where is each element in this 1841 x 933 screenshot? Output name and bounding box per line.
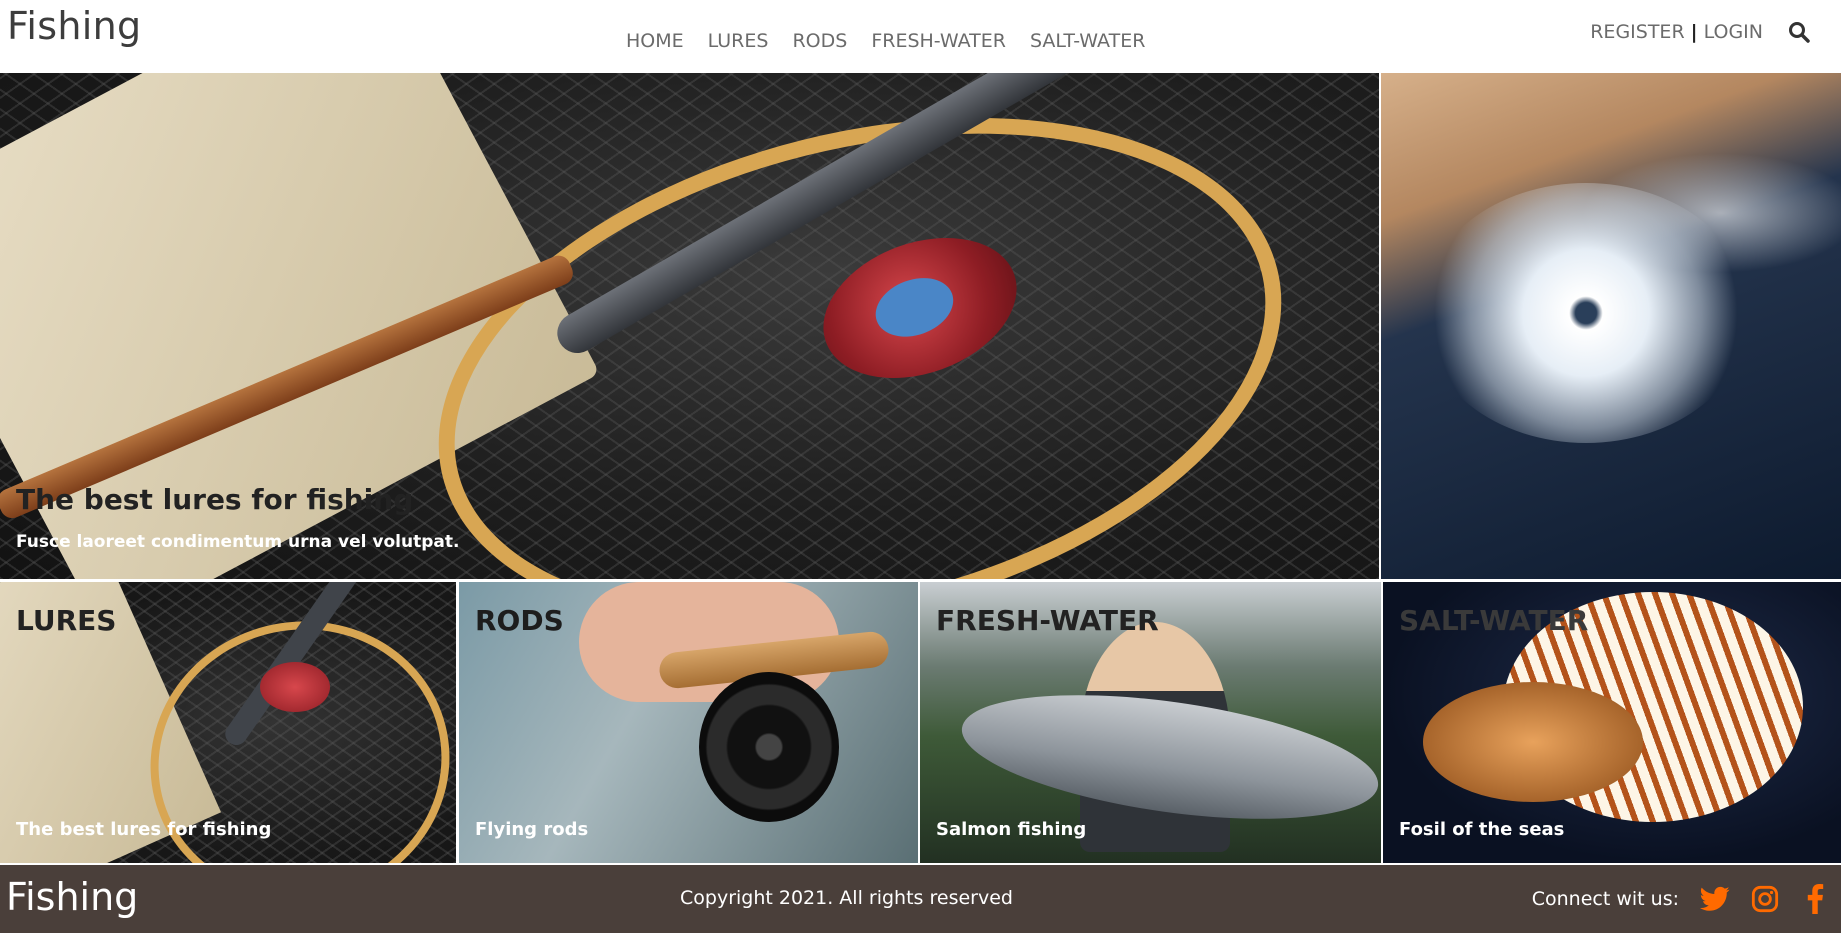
card-fresh-water[interactable]: FRESH-WATER Salmon fishing: [920, 582, 1381, 863]
card-title: SALT-WATER: [1399, 604, 1589, 637]
card-title: FRESH-WATER: [936, 604, 1159, 637]
nav-salt-water[interactable]: SALT-WATER: [1030, 30, 1145, 52]
hero-subtitle: Fusce laoreet condimentum urna vel volut…: [16, 532, 460, 552]
hero-banner[interactable]: The best lures for fishing Fusce laoreet…: [0, 73, 1379, 579]
site-header: Fishing HOME LURES RODS FRESH-WATER SALT…: [0, 0, 1841, 73]
nav-fresh-water[interactable]: FRESH-WATER: [871, 30, 1006, 52]
card-title: LURES: [16, 604, 117, 637]
auth-links: REGISTER | LOGIN: [1590, 20, 1811, 44]
card-subtitle: The best lures for fishing: [16, 819, 272, 840]
nav-rods[interactable]: RODS: [792, 30, 847, 52]
instagram-icon[interactable]: [1749, 883, 1781, 915]
cyclone-image: [1421, 183, 1751, 443]
social-connect: Connect wit us:: [1532, 883, 1831, 915]
login-link[interactable]: LOGIN: [1704, 21, 1763, 43]
site-logo[interactable]: Fishing: [7, 4, 141, 48]
hero-title: The best lures for fishing: [16, 483, 414, 516]
auth-separator: |: [1690, 21, 1698, 43]
card-rods[interactable]: RODS Flying rods: [459, 582, 918, 863]
site-footer: Fishing Copyright 2021. All rights reser…: [0, 865, 1841, 933]
card-title: RODS: [475, 604, 564, 637]
side-banner-cyclone[interactable]: [1381, 73, 1841, 579]
card-subtitle: Salmon fishing: [936, 819, 1087, 840]
card-subtitle: Flying rods: [475, 819, 589, 840]
card-salt-water-nautilus-body: [1423, 682, 1643, 802]
connect-label: Connect wit us:: [1531, 888, 1679, 910]
category-cards: LURES The best lures for fishing RODS Fl…: [0, 582, 1841, 863]
card-lures-reel: [260, 662, 330, 712]
copyright-text: Copyright 2021. All rights reserved: [680, 887, 1013, 909]
card-salt-water[interactable]: SALT-WATER Fosil of the seas: [1383, 582, 1841, 863]
card-rods-reel: [699, 672, 839, 822]
nav-lures[interactable]: LURES: [708, 30, 769, 52]
facebook-icon[interactable]: [1799, 883, 1831, 915]
twitter-icon[interactable]: [1699, 883, 1731, 915]
card-lures[interactable]: LURES The best lures for fishing: [0, 582, 456, 863]
search-icon[interactable]: [1787, 20, 1811, 44]
card-subtitle: Fosil of the seas: [1399, 819, 1565, 840]
footer-logo[interactable]: Fishing: [6, 875, 138, 919]
main-nav: HOME LURES RODS FRESH-WATER SALT-WATER: [626, 30, 1145, 52]
nav-home[interactable]: HOME: [626, 30, 684, 52]
register-link[interactable]: REGISTER: [1590, 21, 1684, 43]
